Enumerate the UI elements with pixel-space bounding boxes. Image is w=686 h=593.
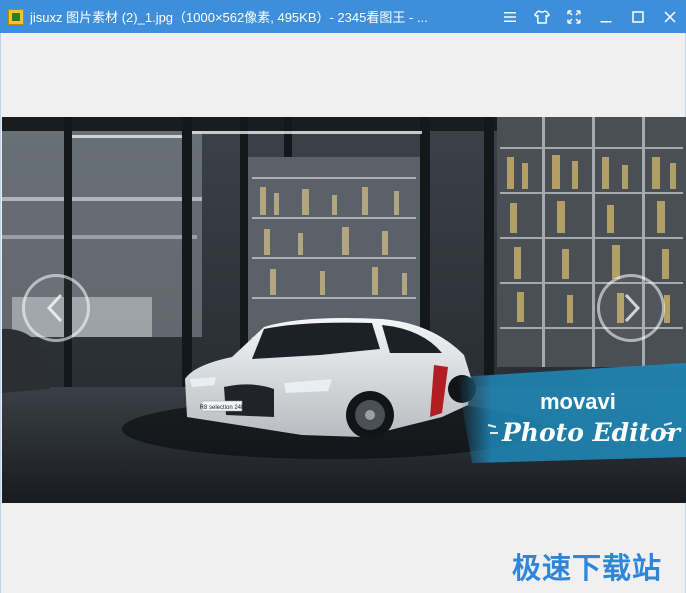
minimize-button[interactable] bbox=[590, 0, 622, 33]
previous-image-button[interactable] bbox=[22, 274, 90, 342]
next-image-button[interactable] bbox=[597, 274, 665, 342]
brand-tagline: Photo Editor bbox=[501, 418, 682, 447]
minimize-icon bbox=[600, 20, 612, 22]
license-plate: R8 selection 24h bbox=[200, 405, 245, 411]
chevron-left-icon bbox=[46, 293, 63, 323]
menu-icon bbox=[504, 11, 516, 22]
skin-button[interactable] bbox=[526, 0, 558, 33]
chevron-right-icon bbox=[624, 293, 641, 323]
close-icon bbox=[664, 10, 676, 23]
title-bar: jisuxz 图片素材 (2)_1.jpg（1000×562像素, 495KB）… bbox=[0, 0, 686, 33]
shirt-icon bbox=[534, 9, 550, 24]
window-title: jisuxz 图片素材 (2)_1.jpg（1000×562像素, 495KB）… bbox=[30, 10, 428, 25]
image-viewer[interactable]: R8 selection 24h movavi Photo Editor bbox=[0, 33, 686, 593]
fullscreen-button[interactable] bbox=[558, 0, 590, 33]
maximize-button[interactable] bbox=[622, 0, 654, 33]
brand-logo: movavi bbox=[540, 389, 616, 414]
fullscreen-icon bbox=[567, 9, 581, 24]
close-button[interactable] bbox=[654, 0, 686, 33]
maximize-icon bbox=[632, 10, 644, 23]
photo-image: R8 selection 24h movavi Photo Editor bbox=[2, 117, 686, 503]
site-watermark: 极速下载站 bbox=[512, 551, 663, 585]
app-icon bbox=[8, 8, 24, 25]
menu-button[interactable] bbox=[494, 0, 526, 33]
window-controls bbox=[494, 0, 686, 33]
